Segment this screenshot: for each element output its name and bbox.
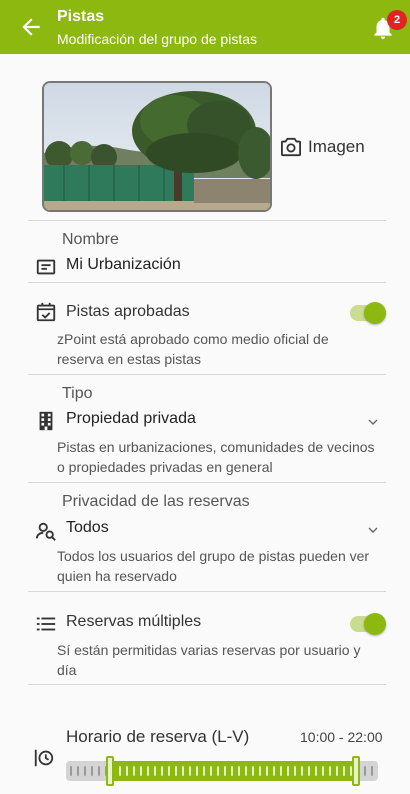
- slider-tick: [217, 766, 219, 776]
- slider-tick: [315, 766, 317, 776]
- slider-tick: [210, 766, 212, 776]
- slider-tick: [224, 766, 226, 776]
- divider: [28, 374, 386, 375]
- slider-tick: [371, 766, 373, 776]
- slider-tick: [336, 766, 338, 776]
- tipo-description: Pistas en urbanizaciones, comunidades de…: [57, 439, 375, 475]
- page-title: Pistas: [57, 8, 105, 25]
- slider-tick: [189, 766, 191, 776]
- slider-tick: [266, 766, 268, 776]
- slider-tick: [133, 766, 135, 776]
- slider-tick: [84, 766, 86, 776]
- slider-tick: [364, 766, 366, 776]
- chevron-down-icon[interactable]: [365, 522, 381, 538]
- slider-tick: [301, 766, 303, 776]
- slider-tick: [294, 766, 296, 776]
- slider-tick: [322, 766, 324, 776]
- slider-tick: [77, 766, 79, 776]
- slider-tick: [273, 766, 275, 776]
- app-bar: Pistas Modificación del grupo de pistas …: [0, 0, 410, 54]
- slider-tick: [343, 766, 345, 776]
- divider: [28, 282, 386, 283]
- multiples-label: Reservas múltiples: [66, 613, 202, 630]
- court-photo: [42, 81, 272, 212]
- slider-tick: [140, 766, 142, 776]
- privacidad-description: Todos los usuarios del grupo de pistas p…: [57, 548, 370, 584]
- slider-tick: [259, 766, 261, 776]
- person-search-icon: [35, 522, 56, 541]
- tipo-select[interactable]: Propiedad privada: [66, 410, 196, 428]
- aprobadas-description: zPoint está aprobado como medio oficial …: [57, 331, 329, 367]
- text-field-icon: [36, 259, 56, 275]
- aprobadas-toggle[interactable]: [350, 302, 386, 324]
- slider-tick: [245, 766, 247, 776]
- page-subtitle: Modificación del grupo de pistas: [57, 31, 258, 47]
- privacidad-label: Privacidad de las reservas: [62, 493, 250, 510]
- divider: [28, 482, 386, 483]
- slider-tick: [280, 766, 282, 776]
- slider-tick: [126, 766, 128, 776]
- horario-end-handle[interactable]: [352, 756, 361, 786]
- change-image-label: Imagen: [308, 137, 365, 156]
- clock-history-icon: [34, 749, 54, 767]
- chevron-down-icon[interactable]: [365, 414, 381, 430]
- slider-tick: [168, 766, 170, 776]
- horario-range-text: 10:00 - 22:00: [300, 729, 383, 745]
- nombre-input[interactable]: Mi Urbanización: [66, 256, 181, 274]
- slider-tick: [196, 766, 198, 776]
- change-image-button[interactable]: Imagen: [280, 134, 365, 160]
- slider-tick: [70, 766, 72, 776]
- toggle-knob: [364, 613, 386, 635]
- slider-tick: [329, 766, 331, 776]
- horario-label: Horario de reserva (L-V): [66, 727, 250, 746]
- slider-tick: [252, 766, 254, 776]
- privacidad-select[interactable]: Todos: [66, 519, 109, 537]
- slider-tick: [287, 766, 289, 776]
- camera-icon: [280, 137, 301, 157]
- tipo-label: Tipo: [62, 385, 93, 402]
- calendar-check-icon: [36, 302, 56, 322]
- toggle-knob: [364, 302, 386, 324]
- divider: [28, 684, 386, 685]
- horario-start-handle[interactable]: [105, 756, 114, 786]
- divider: [28, 220, 386, 221]
- slider-tick: [98, 766, 100, 776]
- building-icon: [39, 411, 53, 431]
- slider-tick: [231, 766, 233, 776]
- slider-tick: [147, 766, 149, 776]
- slider-tick: [182, 766, 184, 776]
- aprobadas-label: Pistas aprobadas: [66, 303, 190, 320]
- notification-badge: 2: [387, 10, 407, 30]
- slider-tick: [91, 766, 93, 776]
- multiples-description: Sí están permitidas varias reservas por …: [57, 642, 361, 678]
- slider-tick: [238, 766, 240, 776]
- back-arrow-icon[interactable]: [18, 14, 44, 40]
- slider-tick: [203, 766, 205, 776]
- slider-tick: [308, 766, 310, 776]
- slider-tick: [119, 766, 121, 776]
- nombre-label: Nombre: [62, 231, 119, 248]
- slider-tick: [154, 766, 156, 776]
- list-icon: [36, 617, 56, 631]
- multiples-toggle[interactable]: [350, 613, 386, 635]
- slider-tick: [175, 766, 177, 776]
- divider: [28, 591, 386, 592]
- slider-tick: [161, 766, 163, 776]
